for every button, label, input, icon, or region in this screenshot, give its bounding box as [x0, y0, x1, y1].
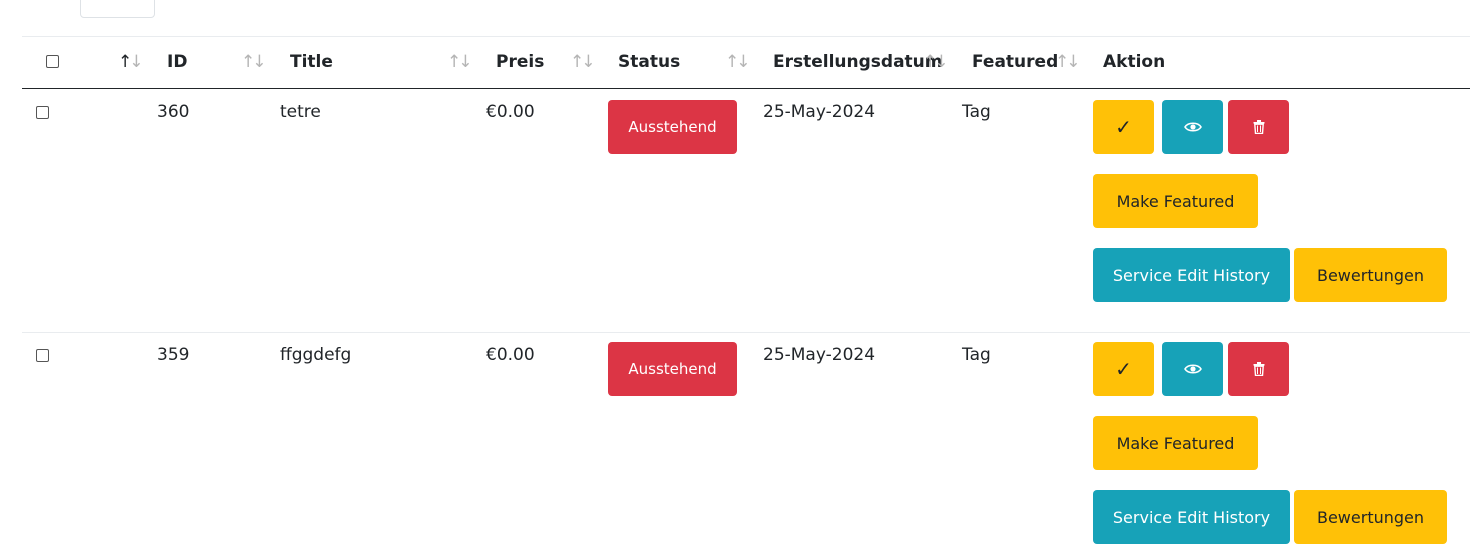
delete-button[interactable] — [1228, 342, 1289, 396]
header-divider — [22, 88, 1470, 89]
service-edit-history-button[interactable]: Service Edit History — [1093, 248, 1290, 302]
service-edit-history-button[interactable]: Service Edit History — [1093, 490, 1290, 544]
make-featured-button[interactable]: Make Featured — [1093, 174, 1258, 228]
header-id[interactable]: ID — [167, 51, 187, 73]
header-price[interactable]: Preis — [496, 51, 544, 73]
cell-featured: Tag — [962, 345, 991, 365]
approve-button[interactable]: ✓ — [1093, 100, 1154, 154]
sort-id-icon[interactable]: ↑↓ — [241, 52, 266, 72]
header-created[interactable]: Erstellungsdatum — [773, 51, 943, 73]
cell-created: 25-May-2024 — [763, 102, 876, 122]
row-checkbox[interactable] — [36, 349, 49, 362]
page-length-select[interactable] — [80, 0, 155, 18]
header-featured[interactable]: Featured — [972, 51, 1058, 73]
reviews-button[interactable]: Bewertungen — [1294, 248, 1447, 302]
view-button[interactable] — [1162, 342, 1223, 396]
delete-button[interactable] — [1228, 100, 1289, 154]
header-status[interactable]: Status — [618, 51, 680, 73]
sort-status-icon[interactable]: ↑↓ — [725, 52, 750, 72]
trash-icon — [1253, 120, 1264, 134]
eye-icon — [1183, 122, 1202, 132]
trash-icon — [1253, 362, 1264, 376]
make-featured-button[interactable]: Make Featured — [1093, 416, 1258, 470]
eye-icon — [1183, 364, 1202, 374]
cell-featured: Tag — [962, 102, 991, 122]
table-top-border — [22, 36, 1470, 37]
check-icon: ✓ — [1115, 115, 1132, 139]
sort-title-icon[interactable]: ↑↓ — [447, 52, 472, 72]
status-button[interactable]: Ausstehend — [608, 100, 737, 154]
cell-id: 360 — [157, 102, 190, 122]
row-divider — [22, 332, 1470, 333]
reviews-button[interactable]: Bewertungen — [1294, 490, 1447, 544]
sort-created-icon[interactable]: ↑↓ — [923, 52, 948, 72]
select-all-checkbox[interactable] — [46, 55, 59, 68]
approve-button[interactable]: ✓ — [1093, 342, 1154, 396]
cell-price: €0.00 — [486, 102, 535, 122]
status-button[interactable]: Ausstehend — [608, 342, 737, 396]
sort-checkbox-column-icon[interactable]: ↑↓ — [118, 52, 143, 72]
sort-price-icon[interactable]: ↑↓ — [570, 52, 595, 72]
cell-title: tetre — [280, 102, 321, 122]
row-checkbox[interactable] — [36, 106, 49, 119]
cell-id: 359 — [157, 345, 190, 365]
cell-price: €0.00 — [486, 345, 535, 365]
header-action: Aktion — [1103, 52, 1166, 72]
check-icon: ✓ — [1115, 357, 1132, 381]
cell-title: ffggdefg — [280, 345, 352, 365]
cell-created: 25-May-2024 — [763, 345, 876, 365]
view-button[interactable] — [1162, 100, 1223, 154]
header-title[interactable]: Title — [290, 51, 333, 73]
sort-featured-icon[interactable]: ↑↓ — [1055, 52, 1080, 72]
